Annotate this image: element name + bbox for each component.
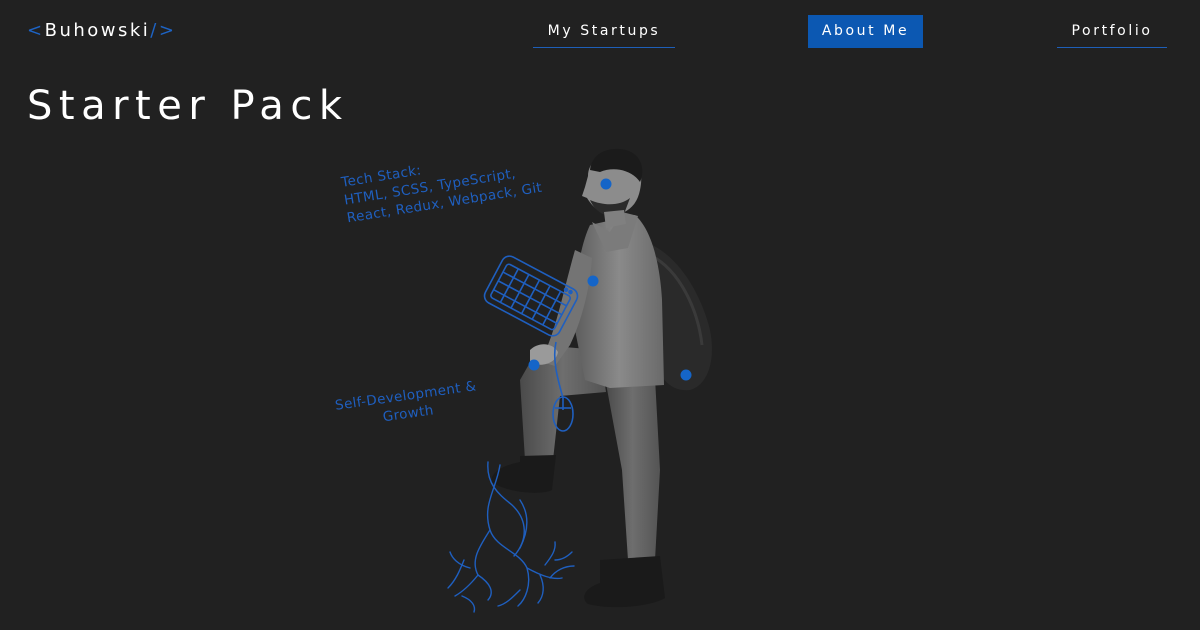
starter-pack-illustration bbox=[447, 148, 712, 613]
hotspot-backpack-dot bbox=[680, 369, 692, 381]
hotspot-chest-dot bbox=[587, 275, 599, 287]
person-figure bbox=[491, 148, 712, 608]
hotspot-hand-dot bbox=[528, 359, 540, 371]
hotspot-head-dot bbox=[600, 178, 612, 190]
